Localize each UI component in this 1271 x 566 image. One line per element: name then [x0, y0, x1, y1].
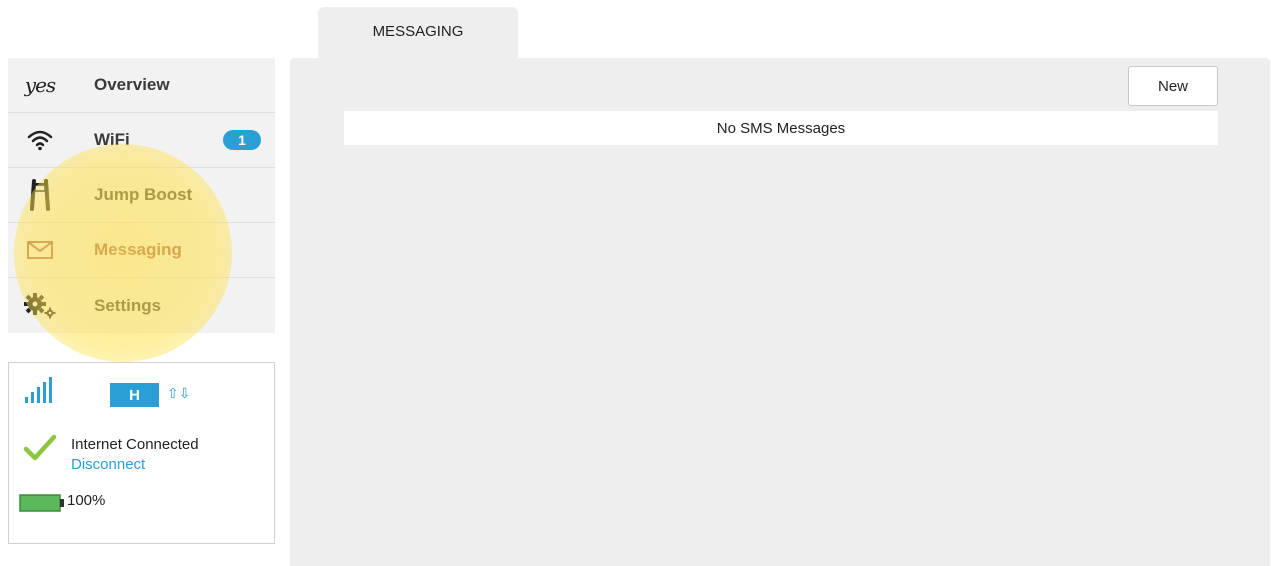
jumper-cable-icon — [22, 179, 58, 211]
up-down-arrows-icon: ⇧⇩ — [167, 385, 191, 401]
tab-messaging[interactable]: MESSAGING — [318, 7, 518, 59]
sidebar-item-wifi[interactable]: WiFi 1 — [8, 113, 275, 168]
wifi-count-badge: 1 — [223, 130, 261, 150]
network-type-badge: H — [110, 383, 159, 407]
envelope-icon — [22, 234, 58, 266]
sidebar-item-jump-boost[interactable]: Jump Boost — [8, 168, 275, 223]
battery-icon — [19, 494, 65, 517]
signal-bars-icon — [23, 377, 55, 410]
wifi-icon — [22, 124, 58, 156]
page: yes Overview WiFi 1 Jump Boost Messaging… — [0, 0, 1271, 566]
message-list-empty: No SMS Messages — [344, 111, 1218, 145]
sidebar-item-label: WiFi — [94, 130, 130, 149]
sidebar-nav: yes Overview WiFi 1 Jump Boost Messaging… — [8, 58, 275, 333]
sidebar-item-messaging[interactable]: Messaging — [8, 223, 275, 278]
connection-status-panel: H ⇧⇩ Internet Connected Disconnect 100% — [8, 362, 275, 544]
sidebar-item-settings[interactable]: Settings — [8, 278, 275, 333]
messaging-panel: New No SMS Messages — [290, 58, 1270, 566]
new-message-button[interactable]: New — [1128, 66, 1218, 106]
sidebar-item-label: Messaging — [94, 240, 182, 259]
yes-logo-text: yes — [24, 73, 56, 97]
yes-logo-icon: yes — [22, 69, 58, 101]
battery-level: 100% — [67, 492, 106, 509]
sidebar-item-label: Overview — [94, 75, 170, 94]
gears-icon — [22, 290, 58, 322]
connection-status-text: Internet Connected — [71, 436, 199, 453]
sidebar-item-label: Jump Boost — [94, 185, 193, 204]
disconnect-link[interactable]: Disconnect — [71, 456, 145, 473]
check-icon — [23, 433, 57, 468]
sidebar-item-overview[interactable]: yes Overview — [8, 58, 275, 113]
sidebar-item-label: Settings — [94, 295, 162, 315]
